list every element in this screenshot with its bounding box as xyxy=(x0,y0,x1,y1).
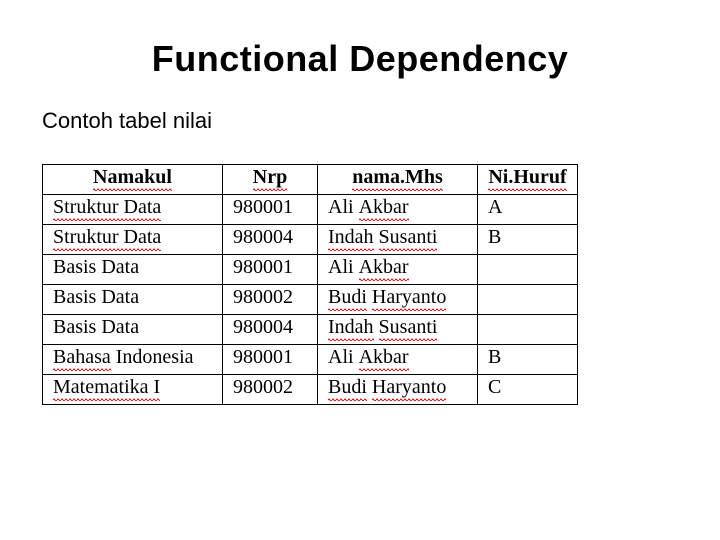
cell-nrp: 980002 xyxy=(223,285,318,315)
cell-namamhs: Ali Akbar xyxy=(318,195,478,225)
col-header-nihuruf: Ni.Huruf xyxy=(478,165,578,195)
cell-nihuruf xyxy=(478,315,578,345)
cell-nihuruf xyxy=(478,285,578,315)
table-row: Struktur Data 980001 Ali Akbar A xyxy=(43,195,578,225)
nilai-table: Namakul Nrp nama.Mhs Ni.Huruf Struktur D… xyxy=(42,164,578,405)
cell-namamhs: Budi Haryanto xyxy=(318,375,478,405)
col-header-namakul: Namakul xyxy=(43,165,223,195)
cell-nrp: 980004 xyxy=(223,225,318,255)
slide: Functional Dependency Contoh tabel nilai… xyxy=(0,0,720,540)
cell-nihuruf: A xyxy=(478,195,578,225)
cell-nrp: 980001 xyxy=(223,345,318,375)
table-row: Basis Data 980002 Budi Haryanto xyxy=(43,285,578,315)
cell-namakul: Struktur Data xyxy=(43,195,223,225)
cell-nrp: 980002 xyxy=(223,375,318,405)
cell-nrp: 980004 xyxy=(223,315,318,345)
table-header-row: Namakul Nrp nama.Mhs Ni.Huruf xyxy=(43,165,578,195)
cell-namamhs: Ali Akbar xyxy=(318,255,478,285)
cell-namakul: Struktur Data xyxy=(43,225,223,255)
cell-nihuruf: B xyxy=(478,225,578,255)
table-row: Basis Data 980001 Ali Akbar xyxy=(43,255,578,285)
cell-nrp: 980001 xyxy=(223,195,318,225)
cell-nihuruf: B xyxy=(478,345,578,375)
table-container: Namakul Nrp nama.Mhs Ni.Huruf Struktur D… xyxy=(42,164,680,405)
table-row: Struktur Data 980004 Indah Susanti B xyxy=(43,225,578,255)
col-header-nrp: Nrp xyxy=(223,165,318,195)
cell-nrp: 980001 xyxy=(223,255,318,285)
col-header-namamhs: nama.Mhs xyxy=(318,165,478,195)
cell-namakul: Basis Data xyxy=(43,315,223,345)
table-row: Matematika I 980002 Budi Haryanto C xyxy=(43,375,578,405)
cell-namakul: Basis Data xyxy=(43,285,223,315)
table-row: Basis Data 980004 Indah Susanti xyxy=(43,315,578,345)
cell-namamhs: Indah Susanti xyxy=(318,315,478,345)
cell-namamhs: Budi Haryanto xyxy=(318,285,478,315)
cell-namamhs: Ali Akbar xyxy=(318,345,478,375)
cell-nihuruf xyxy=(478,255,578,285)
cell-namamhs: Indah Susanti xyxy=(318,225,478,255)
cell-namakul: Bahasa Indonesia xyxy=(43,345,223,375)
cell-nihuruf: C xyxy=(478,375,578,405)
cell-namakul: Basis Data xyxy=(43,255,223,285)
cell-namakul: Matematika I xyxy=(43,375,223,405)
subtitle: Contoh tabel nilai xyxy=(42,108,680,134)
table-row: Bahasa Indonesia 980001 Ali Akbar B xyxy=(43,345,578,375)
page-title: Functional Dependency xyxy=(40,38,680,80)
